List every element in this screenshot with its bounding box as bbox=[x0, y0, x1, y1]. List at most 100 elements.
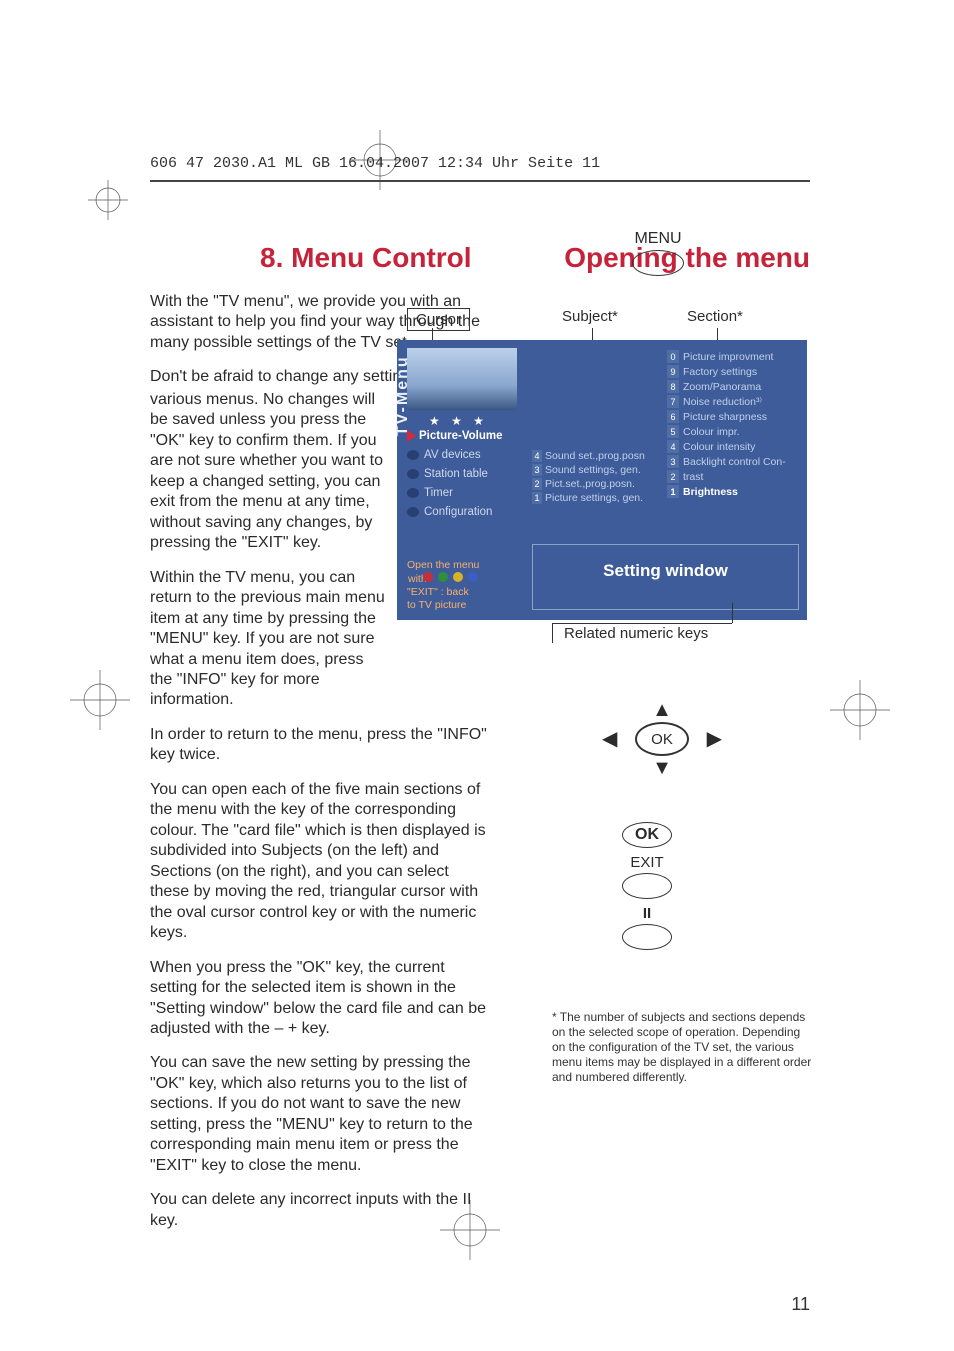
section-num: 5 bbox=[667, 425, 679, 438]
main-menu-item[interactable]: Station table bbox=[407, 468, 521, 480]
subject-label: Subject* bbox=[562, 308, 618, 325]
section-row[interactable]: 5Colour impr. bbox=[667, 425, 805, 438]
section-row[interactable]: 9 Factory settings bbox=[667, 365, 805, 378]
print-header: 606 47 2030.A1 ML GB 16.04.2007 12:34 Uh… bbox=[150, 155, 600, 172]
section-text: Picture sharpness bbox=[683, 411, 767, 423]
blue-dot-icon bbox=[468, 572, 478, 582]
main-menu-list: Picture-Volume AV devices Station table … bbox=[407, 430, 521, 525]
section-text: Backlight control Con- bbox=[683, 456, 786, 468]
subject-row[interactable]: 4Sound set.,prog.posn bbox=[532, 450, 660, 462]
crop-mark bbox=[830, 680, 890, 740]
arrow-right-icon[interactable]: ▶ bbox=[707, 729, 722, 749]
subject-text: Sound set.,prog.posn bbox=[545, 450, 645, 462]
main-menu-item[interactable]: Timer bbox=[407, 487, 521, 499]
main-menu-item[interactable]: AV devices bbox=[407, 449, 521, 461]
section-row[interactable]: 6 Picture sharpness bbox=[667, 410, 805, 423]
pause-button[interactable] bbox=[622, 924, 672, 950]
pause-button-label: II bbox=[622, 905, 672, 922]
section-num: 4 bbox=[667, 440, 679, 453]
section-text: Picture improvment bbox=[683, 351, 773, 363]
section-row[interactable]: 2 trast bbox=[667, 470, 805, 483]
section-text: Noise reduction³⁾ bbox=[683, 396, 762, 408]
subject-row[interactable]: 1Picture settings, gen. bbox=[532, 492, 660, 504]
subject-text: Pict.set.,prog.posn. bbox=[545, 478, 635, 490]
body-paragraph: You can save the new setting by pressing… bbox=[150, 1053, 490, 1176]
main-menu-item-label: Configuration bbox=[424, 506, 492, 518]
section-text: Colour intensity bbox=[683, 441, 755, 453]
ok-button-small[interactable]: OK bbox=[622, 822, 672, 848]
note-line: Open the menu bbox=[407, 559, 479, 572]
section-row-selected[interactable]: 1 Brightness bbox=[667, 485, 805, 498]
arrow-left-icon[interactable]: ◀ bbox=[602, 729, 617, 749]
ok-button[interactable]: OK bbox=[635, 722, 689, 756]
section-title: 8. Menu Control bbox=[150, 242, 472, 274]
section-num: 7 bbox=[667, 395, 679, 408]
section-row[interactable]: 0 Picture improvment bbox=[667, 350, 805, 363]
related-numeric-keys-label: Related numeric keys bbox=[564, 625, 708, 642]
body-paragraph: You can open each of the five main secti… bbox=[150, 780, 490, 944]
connector-line bbox=[552, 623, 553, 643]
body-paragraph: When you press the "OK" key, the current… bbox=[150, 958, 490, 1040]
section-text: Factory settings bbox=[683, 366, 757, 378]
main-menu-item-selected[interactable]: Picture-Volume bbox=[407, 430, 521, 442]
section-text: Brightness bbox=[683, 486, 738, 498]
connector-line bbox=[732, 603, 733, 623]
subject-row[interactable]: 3Sound settings, gen. bbox=[532, 464, 660, 476]
note-line: "EXIT" : back bbox=[407, 586, 479, 599]
arrow-up-icon[interactable]: ▲ bbox=[602, 700, 722, 720]
section-row[interactable]: 7 Noise reduction³⁾ bbox=[667, 395, 805, 408]
footnote: * The number of subjects and sections de… bbox=[552, 1010, 812, 1085]
section-num: 2 bbox=[667, 470, 679, 483]
body-paragraph: You can delete any incorrect inputs with… bbox=[150, 1190, 490, 1231]
arrow-down-icon[interactable]: ▼ bbox=[602, 758, 722, 778]
section-text: Zoom/Panorama bbox=[683, 381, 761, 393]
cursor-pointer-icon bbox=[407, 430, 416, 442]
body-paragraph: various menus. No changes will be saved … bbox=[150, 390, 385, 554]
section-num: 0 bbox=[667, 350, 679, 363]
main-menu-item-label: Station table bbox=[424, 468, 488, 480]
connector-line bbox=[552, 623, 732, 624]
body-paragraph: Within the TV menu, you can return to th… bbox=[150, 568, 385, 711]
section-title: Opening the menu bbox=[564, 242, 810, 274]
section-num: 9 bbox=[667, 365, 679, 378]
subject-num: 3 bbox=[532, 464, 542, 476]
preview-image bbox=[407, 348, 517, 410]
section-text: trast bbox=[683, 471, 703, 483]
section-row[interactable]: 3 Backlight control Con- bbox=[667, 455, 805, 468]
subject-column: 4Sound set.,prog.posn 3Sound settings, g… bbox=[532, 450, 660, 506]
section-num: 6 bbox=[667, 410, 679, 423]
tv-menu-label: TV-Menu bbox=[394, 355, 412, 436]
note-line: with bbox=[408, 573, 418, 583]
section-row[interactable]: 8 Zoom/Panorama bbox=[667, 380, 805, 393]
section-column: 0 Picture improvment 9 Factory settings 8Z… bbox=[667, 350, 805, 500]
subject-num: 1 bbox=[532, 492, 542, 504]
green-dot-icon bbox=[438, 572, 448, 582]
setting-window: Setting window bbox=[532, 544, 799, 610]
cursor-label: Cursor bbox=[407, 308, 470, 331]
yellow-dot-icon bbox=[453, 572, 463, 582]
page-number: 11 bbox=[791, 1294, 810, 1315]
main-menu-item[interactable]: Configuration bbox=[407, 506, 521, 518]
menu-button-label: MENU bbox=[632, 230, 684, 248]
section-row[interactable]: 4 Colour intensity bbox=[667, 440, 805, 453]
section-num: 8 bbox=[667, 380, 679, 393]
note-line: to TV picture bbox=[407, 599, 479, 612]
crop-mark bbox=[70, 670, 130, 730]
subject-num: 2 bbox=[532, 478, 542, 490]
nav-cluster: ▲ ◀ OK ▶ ▼ bbox=[602, 700, 722, 778]
open-menu-note: Open the menu with "EXIT" : back to TV p… bbox=[407, 559, 479, 613]
menu-button[interactable] bbox=[632, 250, 684, 276]
subject-num: 4 bbox=[532, 450, 542, 462]
subject-text: Picture settings, gen. bbox=[545, 492, 643, 504]
tv-menu-panel: ★ ★ ★ TV-Menu Picture-Volume AV devices … bbox=[397, 340, 807, 620]
section-label: Section* bbox=[687, 308, 743, 325]
body-paragraph: In order to return to the menu, press th… bbox=[150, 725, 490, 766]
crop-mark bbox=[88, 180, 128, 220]
exit-button[interactable] bbox=[622, 873, 672, 899]
button-stack: OK EXIT II bbox=[622, 820, 672, 950]
subject-row[interactable]: 2Pict.set.,prog.posn. bbox=[532, 478, 660, 490]
section-num: 3 bbox=[667, 455, 679, 468]
main-menu-item-label: Picture-Volume bbox=[419, 430, 503, 442]
section-num: 1 bbox=[667, 485, 679, 498]
subject-text: Sound settings, gen. bbox=[545, 464, 641, 476]
